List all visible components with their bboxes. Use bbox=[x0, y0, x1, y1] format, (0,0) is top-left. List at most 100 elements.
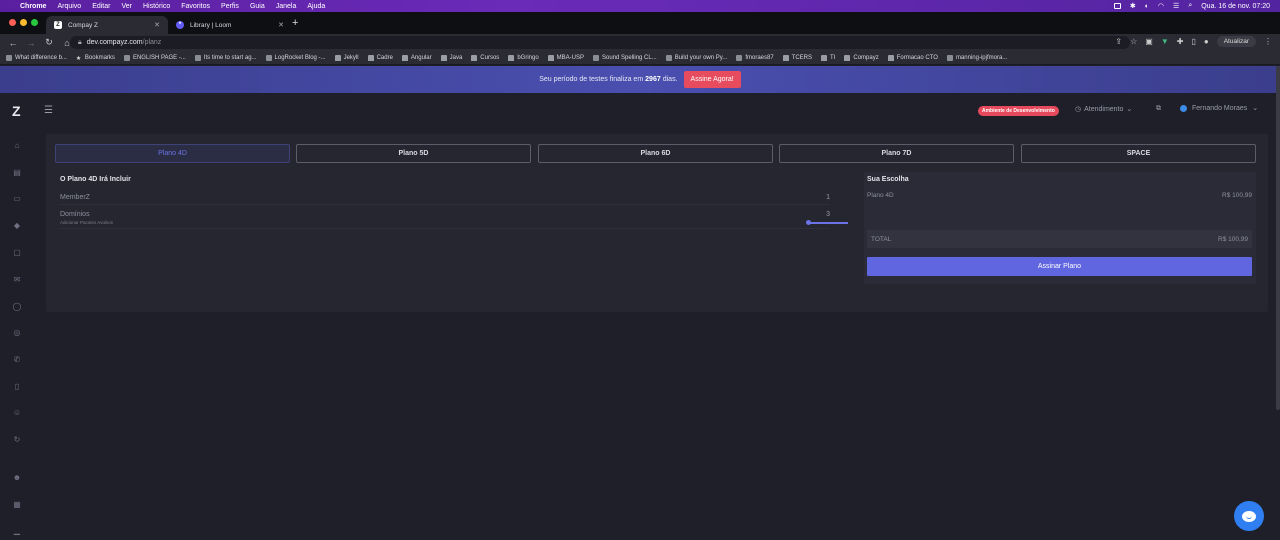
tab-loom[interactable]: * Library | Loom ✕ bbox=[168, 16, 292, 34]
menubar-datetime[interactable]: Qua. 16 de nov. 07:20 bbox=[1201, 3, 1270, 10]
support-dropdown[interactable]: ◷ Atendimento ⌄ bbox=[1075, 105, 1132, 114]
domains-slider[interactable] bbox=[806, 220, 848, 225]
hamburger-menu-icon[interactable]: ☰ bbox=[44, 105, 53, 116]
menu-chrome[interactable]: Chrome bbox=[20, 3, 46, 10]
menu-guia[interactable]: Guia bbox=[250, 3, 265, 10]
bookmark-item[interactable]: ENGLISH PAGE -... bbox=[123, 54, 186, 61]
bookmark-item[interactable]: Angular bbox=[401, 54, 432, 61]
status-app-icon[interactable] bbox=[1113, 3, 1121, 9]
profile-icon[interactable]: ● bbox=[1204, 37, 1209, 46]
bookmark-item[interactable]: Cadre bbox=[367, 54, 393, 61]
close-tab-icon[interactable]: ✕ bbox=[278, 21, 284, 29]
bookmark-item[interactable]: TI bbox=[821, 54, 835, 61]
wifi-icon[interactable]: ◠ bbox=[1158, 2, 1164, 10]
more-menu-icon[interactable]: ⋮ bbox=[1264, 37, 1272, 46]
box-icon[interactable]: ▢ bbox=[12, 248, 22, 258]
menu-perfis[interactable]: Perfis bbox=[221, 3, 239, 10]
zoom-window-button[interactable] bbox=[31, 19, 38, 26]
page-icon bbox=[265, 54, 272, 61]
book-icon[interactable]: ▤ bbox=[12, 168, 22, 178]
bookmark-item[interactable]: Compayz bbox=[844, 54, 879, 61]
chart-icon[interactable]: ▁ bbox=[12, 526, 22, 536]
bookmark-star-icon[interactable]: ☆ bbox=[1130, 37, 1137, 46]
tab-compayz[interactable]: Z Compay Z ✕ bbox=[46, 16, 168, 34]
menu-ajuda[interactable]: Ajuda bbox=[307, 3, 325, 10]
bookmark-item[interactable]: TCERS bbox=[782, 54, 812, 61]
compayz-logo[interactable]: Z bbox=[12, 103, 21, 119]
bookmark-item[interactable]: Build your own Py... bbox=[665, 54, 727, 61]
document-icon[interactable]: ▯ bbox=[12, 382, 22, 392]
bookmark-item[interactable]: manning-ipjfmora... bbox=[946, 54, 1007, 61]
tab-plano-7d[interactable]: Plano 7D bbox=[779, 144, 1014, 163]
subscribe-plan-button[interactable]: Assinar Plano bbox=[867, 257, 1252, 276]
graduation-cap-icon[interactable]: ◆ bbox=[12, 221, 22, 231]
chat-icon[interactable]: ◯ bbox=[12, 302, 22, 312]
search-icon[interactable]: ⌕ bbox=[1188, 2, 1192, 10]
bookmark-label: fmoraes87 bbox=[745, 54, 774, 61]
refresh-icon[interactable]: ↻ bbox=[12, 435, 22, 445]
new-tab-icon[interactable]: + bbox=[292, 17, 298, 29]
bookmark-item[interactable]: bGringo bbox=[508, 54, 539, 61]
window-controls bbox=[9, 19, 38, 26]
bookmark-item[interactable]: ★ Bookmarks bbox=[76, 55, 115, 62]
sidebar: ⌂ ▤ ▭ ◆ ▢ ✉ ◯ ◎ ✆ ▯ ☺ ↻ ☻ ▦ ▁ bbox=[0, 128, 35, 540]
bookmark-item[interactable]: Java bbox=[440, 54, 462, 61]
slider-handle[interactable] bbox=[806, 220, 811, 225]
bookmark-label: MBA-USP bbox=[556, 54, 585, 61]
copy-icon[interactable]: ⧉ bbox=[1156, 105, 1161, 113]
forward-icon[interactable]: → bbox=[26, 38, 36, 48]
bookmark-label: Jekyll bbox=[343, 54, 359, 61]
update-button[interactable]: Atualizar bbox=[1216, 36, 1256, 47]
bookmark-item[interactable]: Jekyll bbox=[334, 54, 359, 61]
users-icon[interactable]: ☺ bbox=[12, 408, 22, 418]
bookmark-item[interactable]: Formacao CTO bbox=[887, 54, 938, 61]
store-icon[interactable]: ▦ bbox=[12, 500, 22, 510]
phone-icon[interactable]: ✆ bbox=[12, 355, 22, 365]
mail-icon[interactable]: ✉ bbox=[12, 275, 22, 285]
menu-historico[interactable]: Histórico bbox=[143, 3, 170, 10]
bookmark-item[interactable]: What difference b... bbox=[6, 54, 67, 61]
menu-editar[interactable]: Editar bbox=[92, 3, 110, 10]
reload-icon[interactable]: ↻ bbox=[44, 37, 54, 48]
site-info-icon[interactable]: 🔒︎ bbox=[78, 39, 82, 47]
bookmark-item[interactable]: MBA-USP bbox=[547, 54, 585, 61]
tab-plano-4d[interactable]: Plano 4D bbox=[55, 144, 290, 163]
tab-plano-5d[interactable]: Plano 5D bbox=[296, 144, 531, 163]
message-icon[interactable]: ▭ bbox=[12, 194, 22, 204]
clock-icon: ◷ bbox=[1075, 106, 1082, 113]
minimize-window-button[interactable] bbox=[20, 19, 27, 26]
add-packages-link[interactable]: Adicionar Pacotes Avulsos bbox=[60, 220, 830, 225]
folder-icon bbox=[782, 54, 789, 61]
bookmark-item[interactable]: fmoraes87 bbox=[736, 54, 774, 61]
control-center-icon[interactable]: ☰ bbox=[1173, 2, 1179, 10]
chat-launcher-button[interactable] bbox=[1234, 501, 1264, 531]
focus-icon[interactable]: ◐ bbox=[1145, 3, 1149, 10]
subscribe-now-button[interactable]: Assine Agora! bbox=[683, 71, 741, 88]
whatsapp-icon[interactable]: ◎ bbox=[12, 328, 22, 338]
back-icon[interactable]: ← bbox=[8, 38, 18, 48]
vue-devtools-icon[interactable]: ▼ bbox=[1161, 37, 1169, 46]
bluetooth-icon[interactable]: ✱ bbox=[1130, 2, 1136, 10]
user-menu[interactable]: Fernando Moraes ⌄ bbox=[1180, 104, 1258, 112]
sidepanel-icon[interactable]: ▯ bbox=[1191, 37, 1195, 46]
bookmark-item[interactable]: Its time to start ag... bbox=[194, 54, 257, 61]
share-icon[interactable]: ⇪ bbox=[1115, 37, 1122, 46]
page-scrollbar[interactable] bbox=[1276, 66, 1280, 410]
close-tab-icon[interactable]: ✕ bbox=[154, 21, 160, 29]
bookmark-item[interactable]: Sound Spelling CL... bbox=[593, 54, 657, 61]
menu-favoritos[interactable]: Favoritos bbox=[181, 3, 210, 10]
bookmark-item[interactable]: LogRocket Blog -... bbox=[265, 54, 326, 61]
menu-ver[interactable]: Ver bbox=[121, 3, 132, 10]
tab-label: Compay Z bbox=[68, 21, 98, 29]
menu-arquivo[interactable]: Arquivo bbox=[57, 3, 81, 10]
menu-janela[interactable]: Janela bbox=[276, 3, 297, 10]
tab-plano-6d[interactable]: Plano 6D bbox=[538, 144, 773, 163]
bookmark-item[interactable]: Cursos bbox=[471, 54, 499, 61]
home-icon[interactable]: ⌂ bbox=[12, 141, 22, 151]
team-icon[interactable]: ☻ bbox=[12, 473, 22, 483]
address-bar[interactable]: 🔒︎ dev.compayz.com/planz bbox=[70, 36, 1130, 49]
puzzle-icon[interactable]: ✚ bbox=[1177, 37, 1184, 46]
extension-icon[interactable]: ▣ bbox=[1145, 37, 1153, 46]
tab-space[interactable]: SPACE bbox=[1021, 144, 1256, 163]
close-window-button[interactable] bbox=[9, 19, 16, 26]
